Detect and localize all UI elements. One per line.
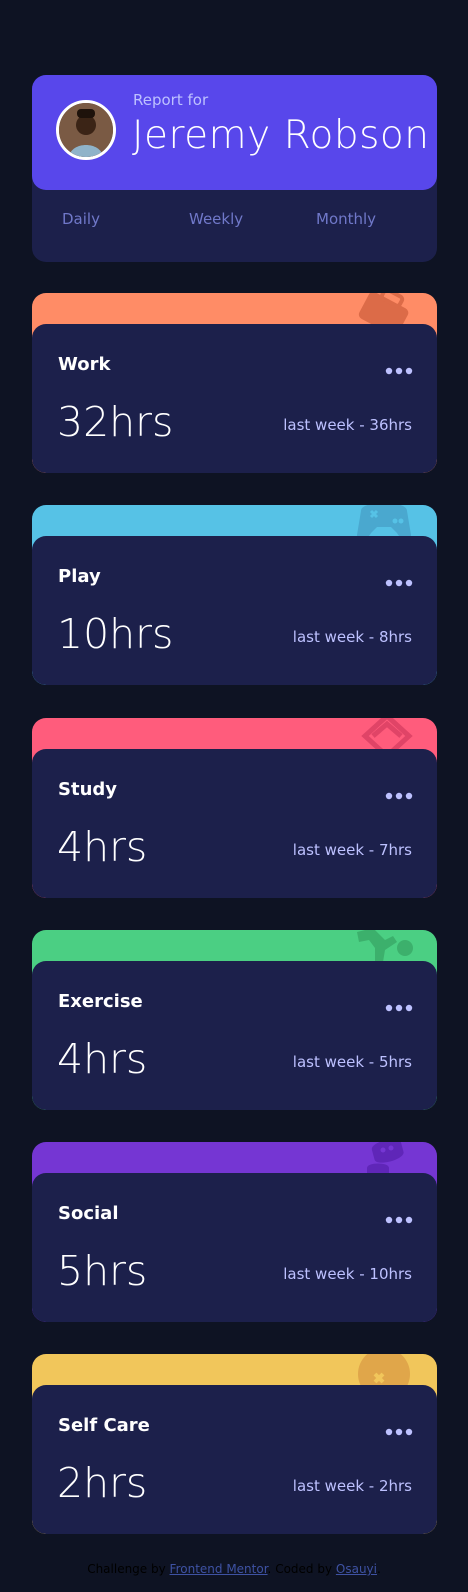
- card-body: Work 32hrs last week - 36hrs: [32, 324, 437, 473]
- tab-daily[interactable]: Daily: [62, 210, 100, 228]
- ellipsis-icon[interactable]: [385, 997, 413, 1016]
- card-title: Social: [58, 1203, 119, 1224]
- current-hours: 2hrs: [57, 1459, 148, 1507]
- card-social: Social 5hrs last week - 10hrs: [32, 1142, 437, 1322]
- card-title: Play: [58, 566, 101, 587]
- frontend-mentor-link[interactable]: Frontend Mentor: [170, 1562, 268, 1576]
- tab-monthly[interactable]: Monthly: [316, 210, 376, 228]
- attribution: Challenge by Frontend Mentor. Coded by O…: [87, 1562, 381, 1576]
- avatar: [56, 100, 116, 160]
- current-hours: 4hrs: [57, 1035, 148, 1083]
- author-link[interactable]: Osauyi: [336, 1562, 377, 1576]
- card-title: Self Care: [58, 1415, 150, 1436]
- card-work: Work 32hrs last week - 36hrs: [32, 293, 437, 473]
- profile-card: Report for Jeremy Robson Daily Weekly Mo…: [32, 75, 437, 262]
- card-study: Study 4hrs last week - 7hrs: [32, 718, 437, 898]
- card-exercise: Exercise 4hrs last week - 5hrs: [32, 930, 437, 1110]
- previous-hours: last week - 7hrs: [292, 841, 412, 859]
- card-self-care: Self Care 2hrs last week - 2hrs: [32, 1354, 437, 1534]
- timeframe-tabs: Daily Weekly Monthly: [32, 210, 437, 240]
- current-hours: 10hrs: [57, 610, 174, 658]
- previous-hours: last week - 10hrs: [283, 1265, 412, 1283]
- card-body: Play 10hrs last week - 8hrs: [32, 536, 437, 685]
- ellipsis-icon[interactable]: [385, 572, 413, 591]
- profile-header: Report for Jeremy Robson: [32, 75, 437, 190]
- ellipsis-icon[interactable]: [385, 785, 413, 804]
- previous-hours: last week - 5hrs: [292, 1053, 412, 1071]
- card-title: Exercise: [58, 991, 143, 1012]
- previous-hours: last week - 36hrs: [283, 416, 412, 434]
- card-title: Study: [58, 779, 118, 800]
- ellipsis-icon[interactable]: [385, 1421, 413, 1440]
- card-body: Study 4hrs last week - 7hrs: [32, 749, 437, 898]
- previous-hours: last week - 8hrs: [292, 628, 412, 646]
- card-title: Work: [58, 354, 111, 375]
- coded-by-label: Coded by: [275, 1562, 333, 1576]
- current-hours: 4hrs: [57, 823, 148, 871]
- card-body: Social 5hrs last week - 10hrs: [32, 1173, 437, 1322]
- current-hours: 32hrs: [57, 398, 174, 446]
- challenge-by-label: Challenge by: [87, 1562, 166, 1576]
- card-play: Play 10hrs last week - 8hrs: [32, 505, 437, 685]
- previous-hours: last week - 2hrs: [292, 1477, 412, 1495]
- card-body: Self Care 2hrs last week - 2hrs: [32, 1385, 437, 1534]
- ellipsis-icon[interactable]: [385, 360, 413, 379]
- current-hours: 5hrs: [57, 1247, 148, 1295]
- tab-weekly[interactable]: Weekly: [189, 210, 243, 228]
- ellipsis-icon[interactable]: [385, 1209, 413, 1228]
- profile-name: Jeremy Robson: [132, 113, 430, 158]
- report-for-label: Report for: [133, 91, 209, 109]
- card-body: Exercise 4hrs last week - 5hrs: [32, 961, 437, 1110]
